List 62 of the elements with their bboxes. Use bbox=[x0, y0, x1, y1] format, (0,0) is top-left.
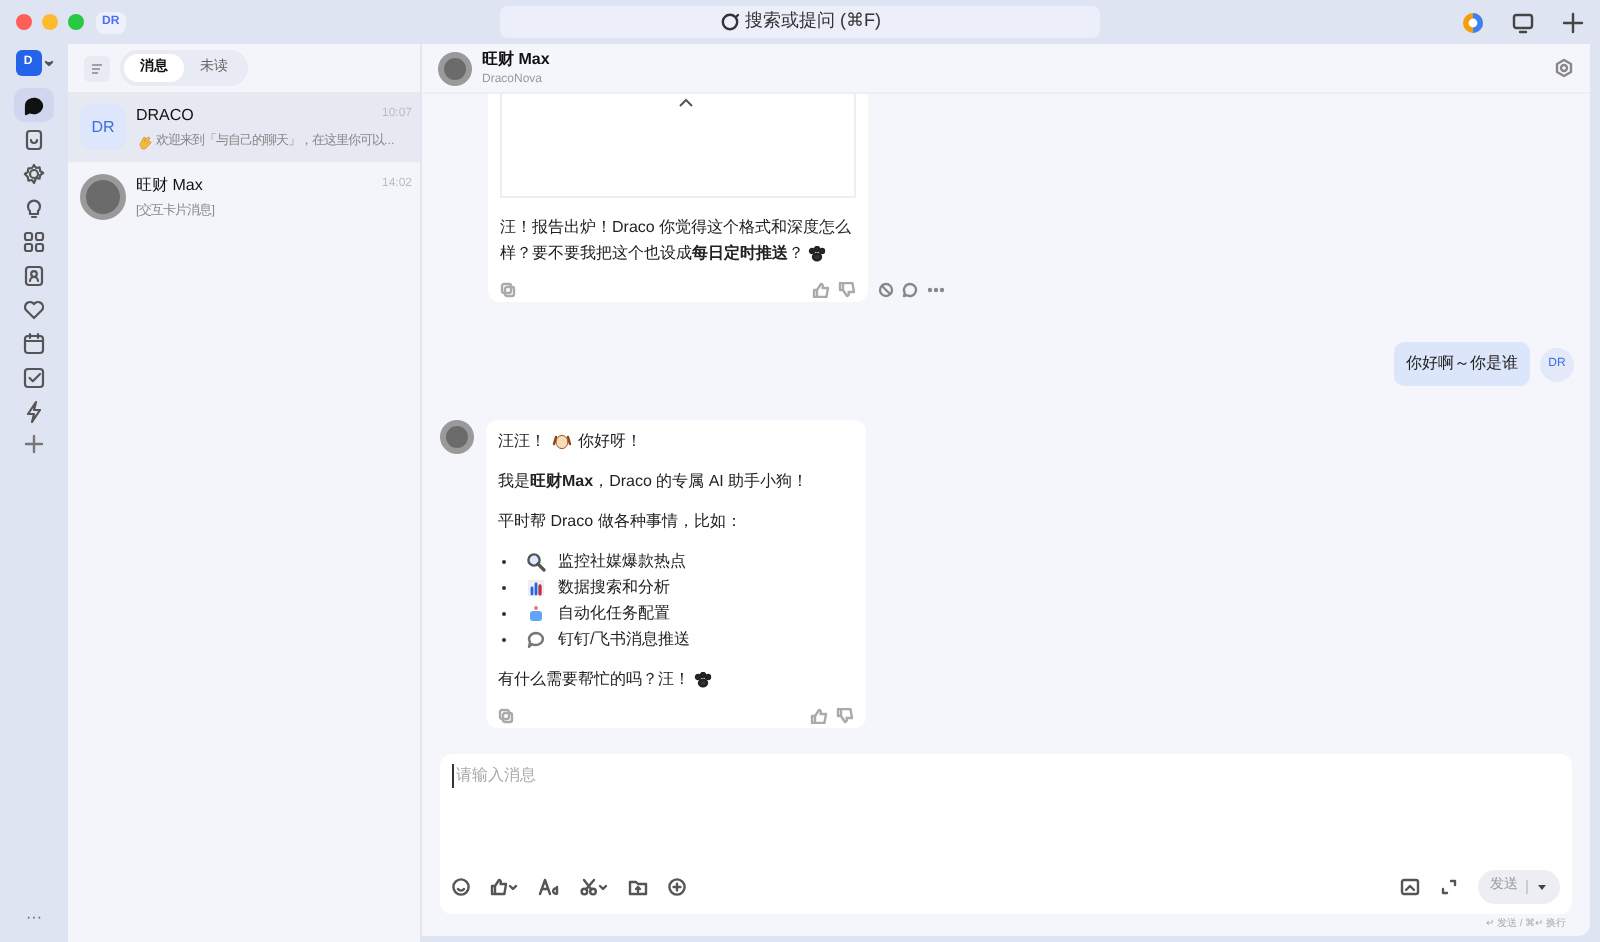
grid-icon[interactable] bbox=[22, 229, 46, 253]
list-item-text: 钉钉/飞书消息推送 bbox=[558, 628, 691, 652]
chat-name: DRACO bbox=[136, 103, 194, 128]
message-text: 汪汪！ bbox=[498, 430, 546, 454]
screen-icon[interactable] bbox=[1512, 11, 1534, 33]
plus-icon[interactable] bbox=[1562, 11, 1584, 33]
photo-placeholder bbox=[80, 174, 126, 220]
thumbs-up-icon[interactable] bbox=[810, 708, 828, 724]
comment-icon[interactable] bbox=[902, 282, 918, 298]
bar-chart-icon bbox=[526, 577, 546, 597]
message-text: 我是旺财Max，Draco 的专属 AI 助手小狗！ bbox=[498, 470, 811, 494]
thumbs-down-icon[interactable] bbox=[838, 282, 856, 298]
paw-icon bbox=[808, 245, 826, 262]
thumbs-up-icon[interactable] bbox=[812, 282, 830, 298]
contact-icon[interactable] bbox=[22, 263, 46, 287]
message-text: 汪！报告出炉！Draco 你觉得这个格式和深度怎么样？要不要我把这个也设成每日定时推送？ bbox=[500, 216, 854, 266]
thumbs-down-icon[interactable] bbox=[836, 708, 854, 724]
bolt-icon[interactable] bbox=[22, 399, 46, 423]
add-icon[interactable] bbox=[24, 434, 44, 454]
folder-icon[interactable] bbox=[628, 877, 648, 896]
settings-icon[interactable] bbox=[1554, 58, 1574, 78]
emoji-icon[interactable] bbox=[452, 877, 470, 896]
paw-icon bbox=[694, 671, 712, 688]
list-item-text: 监控社媒爆款热点 bbox=[558, 550, 686, 574]
expand-icon[interactable] bbox=[1440, 877, 1458, 896]
search-icon bbox=[719, 12, 739, 32]
more-button[interactable]: ··· bbox=[26, 906, 42, 930]
avatar: DR bbox=[80, 104, 126, 150]
mute-icon[interactable] bbox=[878, 282, 894, 298]
search-field[interactable]: 搜索或提问 (⌘F) bbox=[500, 6, 1100, 38]
chat-tab[interactable] bbox=[14, 88, 54, 122]
chat-title: 旺财 Max bbox=[482, 47, 550, 71]
app-logo-icon[interactable] bbox=[1462, 11, 1484, 33]
document-icon[interactable] bbox=[22, 127, 46, 151]
thumbs-up-icon[interactable] bbox=[490, 877, 518, 896]
message-text: 平时帮 Draco 做各种事情，比如： bbox=[498, 510, 744, 534]
list-item-text: 数据搜索和分析 bbox=[558, 576, 670, 600]
photo-placeholder bbox=[440, 420, 474, 454]
scissors-icon[interactable] bbox=[580, 877, 608, 896]
photo-placeholder bbox=[438, 51, 472, 85]
checkbox-icon[interactable] bbox=[22, 365, 46, 389]
list-item-text: 自动化任务配置 bbox=[558, 602, 670, 626]
chat-icon[interactable] bbox=[22, 93, 46, 117]
more-icon[interactable] bbox=[926, 282, 946, 298]
caret-icon bbox=[43, 58, 53, 68]
text-format-icon[interactable] bbox=[538, 877, 560, 896]
message-text: 你好啊～你是谁 bbox=[1394, 342, 1530, 386]
heart-icon[interactable] bbox=[22, 297, 46, 321]
speech-bubble-icon bbox=[526, 629, 546, 649]
bulb-icon[interactable] bbox=[22, 195, 46, 219]
message-text: 你好呀！ bbox=[578, 430, 642, 454]
caret-icon bbox=[1536, 881, 1548, 892]
magnifier-icon bbox=[526, 551, 546, 571]
gear-icon[interactable] bbox=[22, 161, 46, 185]
message-input[interactable]: 请输入消息 bbox=[452, 763, 1052, 787]
waving-hand-icon bbox=[136, 133, 152, 149]
collapse-icon[interactable] bbox=[678, 96, 694, 108]
screenshot-icon[interactable] bbox=[1400, 877, 1420, 896]
message-text: 有什么需要帮忙的吗？汪！ bbox=[498, 666, 854, 692]
calendar-icon[interactable] bbox=[22, 331, 46, 355]
add-circle-icon[interactable] bbox=[668, 877, 686, 896]
chat-name: 旺财 Max bbox=[136, 173, 203, 198]
